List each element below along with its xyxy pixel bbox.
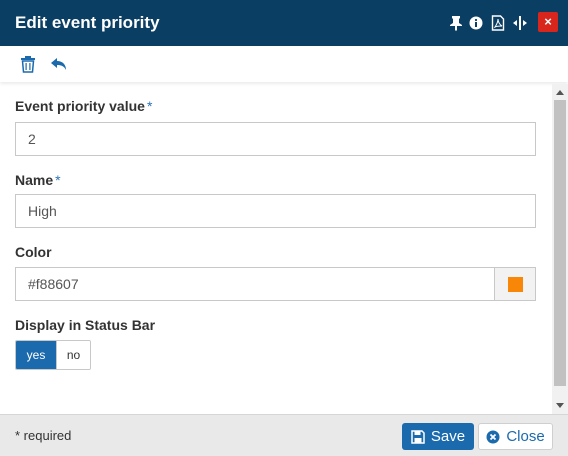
close-button[interactable]: Close [478, 423, 553, 450]
scrollbar[interactable] [552, 84, 568, 414]
color-input[interactable]: #f88607 [15, 267, 495, 301]
window-title: Edit event priority [15, 13, 160, 32]
toolbar [0, 46, 568, 82]
form-area: Event priority value * 2 Name * High Color… [0, 84, 552, 414]
save-icon [411, 429, 425, 444]
scroll-up-arrow[interactable] [556, 90, 564, 95]
toggle-no[interactable]: no [56, 341, 90, 369]
save-label: Save [430, 428, 466, 445]
info-icon[interactable] [468, 14, 484, 32]
trash-icon[interactable] [19, 55, 37, 73]
status-bar-label: Display in Status Bar [15, 317, 156, 333]
color-swatch [507, 276, 523, 292]
window-close-button[interactable]: × [538, 12, 558, 32]
pdf-icon[interactable] [490, 14, 506, 32]
undo-icon[interactable] [50, 55, 68, 73]
close-label: Close [506, 428, 545, 445]
window-titlebar: Edit event priority × [0, 0, 568, 46]
toggle-yes[interactable]: yes [16, 341, 56, 369]
color-label: Color [15, 244, 52, 260]
priority-input[interactable]: 2 [15, 122, 536, 156]
name-input[interactable]: High [15, 194, 536, 228]
pin-icon[interactable] [448, 14, 464, 32]
status-bar-toggle: yes no [15, 340, 91, 370]
priority-label: Event priority value * [15, 98, 153, 114]
footer: * required Save Close [0, 414, 568, 456]
scroll-down-arrow[interactable] [556, 403, 564, 408]
save-button[interactable]: Save [402, 423, 474, 450]
resize-width-icon[interactable] [512, 14, 528, 32]
required-note: * required [15, 428, 72, 443]
close-circle-icon [486, 430, 500, 443]
scroll-thumb[interactable] [554, 100, 566, 386]
name-label: Name * [15, 172, 61, 188]
color-picker-button[interactable] [494, 267, 536, 301]
